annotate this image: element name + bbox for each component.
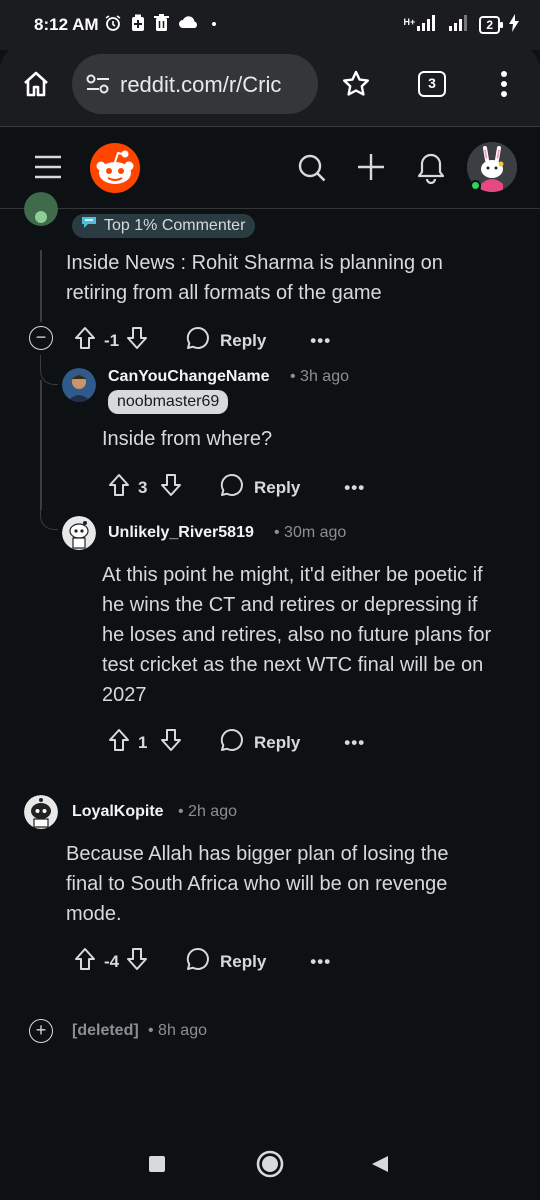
system-navigation-bar (0, 1130, 540, 1200)
flair-text: Top 1% Commenter (104, 217, 246, 234)
reply-bubble-icon (220, 473, 244, 502)
battery-saver-icon (131, 14, 145, 37)
search-icon[interactable] (297, 153, 327, 188)
comment-timestamp: • 2h ago (178, 803, 237, 820)
vote-score: -1 (104, 330, 120, 350)
upvote-icon[interactable] (74, 947, 96, 976)
comment-actions: -1 Reply ••• (74, 326, 331, 355)
reply-bubble-icon (220, 728, 244, 757)
network-type: H+ (403, 16, 416, 27)
upvote-icon[interactable] (74, 326, 96, 355)
cloud-icon (178, 14, 200, 37)
comment-body: Inside News : Rohit Sharma is planning o… (66, 252, 443, 304)
reply-button[interactable]: Reply (186, 326, 266, 355)
reply-button[interactable]: Reply (220, 728, 300, 757)
tab-switcher-button[interactable]: 3 (418, 71, 446, 97)
more-options-icon[interactable]: ••• (310, 952, 331, 972)
vote-score: 3 (138, 477, 148, 497)
notifications-bell-icon[interactable] (416, 152, 446, 189)
vote-score: 1 (138, 732, 148, 752)
browser-menu-icon[interactable] (496, 68, 512, 105)
comment-actions: 3 Reply ••• (108, 473, 365, 502)
vote-score: -4 (104, 951, 120, 971)
reply-button[interactable]: Reply (220, 473, 300, 502)
upvote-icon[interactable] (108, 728, 130, 757)
comment-avatar (24, 192, 58, 226)
thread-connector (40, 355, 58, 385)
status-time: 8:12 AM (34, 15, 99, 34)
site-settings-icon[interactable] (86, 73, 110, 100)
commenter-badge-icon (80, 214, 98, 238)
expand-thread-button[interactable]: + (29, 1019, 53, 1043)
comment-username: [deleted] (72, 1022, 139, 1039)
back-button[interactable] (370, 1154, 390, 1179)
comment-avatar[interactable] (24, 795, 58, 829)
comment-avatar[interactable] (62, 368, 96, 402)
upvote-icon[interactable] (108, 473, 130, 502)
signal-icon (415, 14, 439, 35)
comment-timestamp: • 3h ago (290, 368, 349, 385)
downvote-icon[interactable] (126, 326, 148, 355)
comment-avatar[interactable] (62, 516, 96, 550)
more-options-icon[interactable]: ••• (344, 478, 365, 498)
address-bar[interactable]: reddit.com/r/Cric (72, 54, 318, 114)
user-flair: noobmaster69 (108, 390, 229, 414)
thread-line (40, 250, 42, 322)
signal-icon (447, 14, 471, 35)
charging-icon (508, 14, 520, 35)
hamburger-menu-icon[interactable] (34, 154, 62, 185)
comment-username[interactable]: LoyalKopite (72, 803, 164, 821)
reply-bubble-icon (186, 326, 210, 355)
recents-button[interactable] (148, 1155, 166, 1178)
create-post-icon[interactable] (356, 152, 386, 187)
comment-body: Because Allah has bigger plan of losing … (66, 843, 449, 925)
status-bar: 8:12 AM H+ 2 (0, 0, 540, 50)
url-text: reddit.com/r/Cric (120, 72, 282, 97)
battery-indicator: 2 (479, 15, 503, 34)
browser-toolbar: reddit.com/r/Cric 3 (0, 44, 540, 126)
comment-username[interactable]: CanYouChangeName (108, 368, 270, 386)
more-options-icon[interactable]: ••• (344, 733, 365, 753)
trash-icon (154, 14, 169, 37)
online-status-dot (470, 180, 481, 191)
reddit-header (0, 127, 540, 209)
comment-body: Inside from where? (102, 428, 273, 450)
top-commenter-flair: Top 1% Commenter (72, 214, 256, 238)
thread-connector (40, 500, 58, 530)
reply-button[interactable]: Reply (186, 947, 266, 976)
home-icon[interactable] (20, 68, 52, 100)
dot-icon (209, 14, 219, 37)
thread-line (40, 380, 42, 510)
comment-timestamp: • 8h ago (148, 1022, 207, 1039)
comment-actions: -4 Reply ••• (74, 947, 331, 976)
bookmark-star-icon[interactable] (340, 68, 372, 105)
collapse-thread-button[interactable]: − (29, 326, 53, 350)
comment-actions: 1 Reply ••• (108, 728, 365, 757)
more-options-icon[interactable]: ••• (310, 331, 331, 351)
downvote-icon[interactable] (126, 947, 148, 976)
comment-body: At this point he might, it'd either be p… (102, 564, 492, 706)
downvote-icon[interactable] (160, 473, 182, 502)
comment-timestamp: • 30m ago (274, 524, 347, 541)
alarm-icon (104, 14, 122, 37)
downvote-icon[interactable] (160, 728, 182, 757)
reply-bubble-icon (186, 947, 210, 976)
reddit-logo[interactable] (90, 143, 140, 193)
home-button[interactable] (256, 1150, 284, 1183)
comment-username[interactable]: Unlikely_River5819 (108, 524, 254, 542)
